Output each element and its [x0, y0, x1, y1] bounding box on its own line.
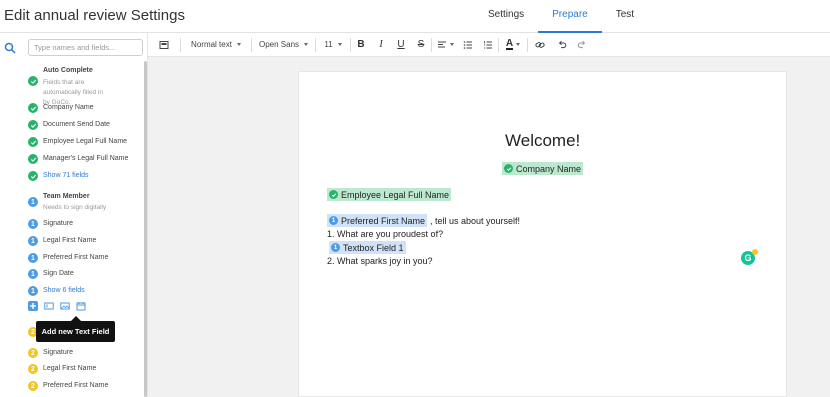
redo-icon — [577, 40, 586, 48]
group-title-auto-complete: Auto Complete — [43, 67, 93, 74]
group-title-team-member: Team Member — [43, 193, 90, 200]
link-icon — [535, 41, 545, 48]
document-heading[interactable]: Welcome! — [505, 131, 580, 151]
step-number-badge: 1 — [331, 243, 340, 252]
font-size-select[interactable]: 11 — [316, 33, 350, 57]
check-icon — [28, 171, 38, 181]
tab-prepare[interactable]: Prepare — [538, 0, 602, 33]
field-item-legal-first-name[interactable]: Legal First Name — [43, 237, 96, 244]
step-number-badge: 1 — [28, 236, 38, 246]
tab-test[interactable]: Test — [602, 0, 648, 33]
step-number-badge: 1 — [28, 253, 38, 263]
step-number-badge: 1 — [329, 216, 338, 225]
calendar-icon[interactable] — [76, 301, 86, 311]
chevron-down-icon — [337, 43, 342, 46]
textbox-field-chip[interactable]: 1 Textbox Field 1 — [329, 241, 406, 254]
align-button[interactable] — [432, 33, 458, 57]
chevron-down-icon — [449, 43, 454, 46]
step-number-badge: 2 — [28, 364, 38, 374]
show-more-team-member-link[interactable]: Show 6 fields — [43, 287, 85, 294]
editor-toolbar: Normal text Open Sans 11 B I U S A — [148, 33, 830, 57]
page-layout-icon — [159, 40, 169, 49]
page-title: Edit annual review Settings — [4, 7, 185, 24]
check-icon — [28, 137, 38, 147]
numbered-list-icon — [484, 40, 492, 48]
field-item-legal-first-name-2[interactable]: Legal First Name — [43, 365, 96, 372]
preferred-first-name-chip[interactable]: 1 Preferred First Name — [327, 214, 428, 227]
step-number-badge: 2 — [28, 348, 38, 358]
field-item-preferred-first-name[interactable]: Preferred First Name — [43, 254, 108, 261]
check-icon — [504, 164, 513, 173]
field-item-employee-legal-full-name[interactable]: Employee Legal Full Name — [43, 138, 127, 145]
field-item-sign-date[interactable]: Sign Date — [43, 270, 74, 277]
font-color-label: A — [505, 38, 514, 50]
chip-label: Company Name — [516, 163, 582, 174]
show-more-auto-complete-link[interactable]: Show 71 fields — [43, 172, 89, 179]
chevron-down-icon — [304, 43, 309, 46]
chevron-down-icon — [516, 43, 521, 46]
font-family-value: Open Sans — [258, 40, 300, 49]
group-subtitle-team-member: Needs to sign digitally — [43, 204, 107, 211]
image-field-icon[interactable] — [60, 301, 70, 311]
field-item-signature[interactable]: Signature — [43, 220, 73, 227]
question-2-text[interactable]: 2. What sparks joy in you? — [327, 256, 433, 266]
chip-label: Preferred First Name — [341, 215, 426, 226]
app-root: Edit annual review Settings Settings Pre… — [0, 0, 830, 397]
step-number-badge: 2 — [28, 381, 38, 391]
strikethrough-button[interactable]: S — [411, 33, 431, 57]
numbered-list-button[interactable] — [478, 33, 498, 57]
align-left-icon — [437, 41, 446, 47]
question-1-text[interactable]: 1. What are you proudest of? — [327, 229, 443, 239]
check-icon — [28, 120, 38, 130]
notification-dot — [752, 249, 758, 255]
add-text-field-icon[interactable] — [28, 301, 38, 311]
check-icon — [329, 190, 338, 199]
text-style-value: Normal text — [191, 40, 232, 49]
field-item-company-name[interactable]: Company Name — [43, 104, 94, 111]
top-header: Edit annual review Settings Settings Pre… — [0, 0, 830, 33]
font-size-value: 11 — [324, 40, 333, 49]
font-color-button[interactable]: A — [499, 33, 527, 57]
company-name-field-chip[interactable]: Company Name — [502, 162, 584, 175]
step-number-badge: 1 — [28, 197, 38, 207]
fields-sidebar: Auto Complete Fields that are automatica… — [0, 33, 148, 397]
text-box-icon[interactable] — [44, 301, 54, 311]
tab-settings[interactable]: Settings — [474, 0, 538, 33]
chevron-down-icon — [236, 43, 241, 46]
italic-button[interactable]: I — [371, 33, 391, 57]
intro-text[interactable]: , tell us about yourself! — [430, 216, 520, 226]
undo-icon — [558, 40, 567, 48]
font-family-select[interactable]: Open Sans — [252, 33, 315, 57]
bullet-list-icon — [463, 40, 472, 49]
text-style-select[interactable]: Normal text — [181, 33, 251, 57]
step-number-badge: 1 — [28, 286, 38, 296]
underline-button[interactable]: U — [391, 33, 411, 57]
field-item-preferred-first-name-2[interactable]: Preferred First Name — [43, 382, 108, 389]
chip-label: Textbox Field 1 — [343, 242, 404, 253]
step-number-badge: 1 — [28, 269, 38, 279]
add-field-toolbar — [28, 301, 86, 311]
bold-button[interactable]: B — [351, 33, 371, 57]
check-icon — [28, 103, 38, 113]
undo-button[interactable] — [552, 33, 572, 57]
add-text-field-tooltip: Add new Text Field — [36, 321, 115, 342]
step-number-badge: 1 — [28, 219, 38, 229]
tab-bar: Settings Prepare Test — [474, 0, 648, 33]
check-icon — [28, 76, 38, 86]
field-item-signature-2[interactable]: Signature — [43, 349, 73, 356]
chip-label: Employee Legal Full Name — [341, 189, 450, 200]
redo-button[interactable] — [572, 33, 592, 57]
bullet-list-button[interactable] — [458, 33, 478, 57]
field-item-managers-legal-full-name[interactable]: Manager's Legal Full Name — [43, 155, 128, 162]
search-input[interactable] — [28, 39, 143, 56]
sidebar-scrollbar[interactable] — [144, 61, 147, 397]
employee-legal-full-name-chip[interactable]: Employee Legal Full Name — [327, 188, 452, 201]
page-layout-button[interactable] — [148, 33, 180, 57]
check-icon — [28, 154, 38, 164]
link-button[interactable] — [528, 33, 552, 57]
search-icon[interactable] — [4, 42, 16, 54]
field-item-document-send-date[interactable]: Document Send Date — [43, 121, 110, 128]
